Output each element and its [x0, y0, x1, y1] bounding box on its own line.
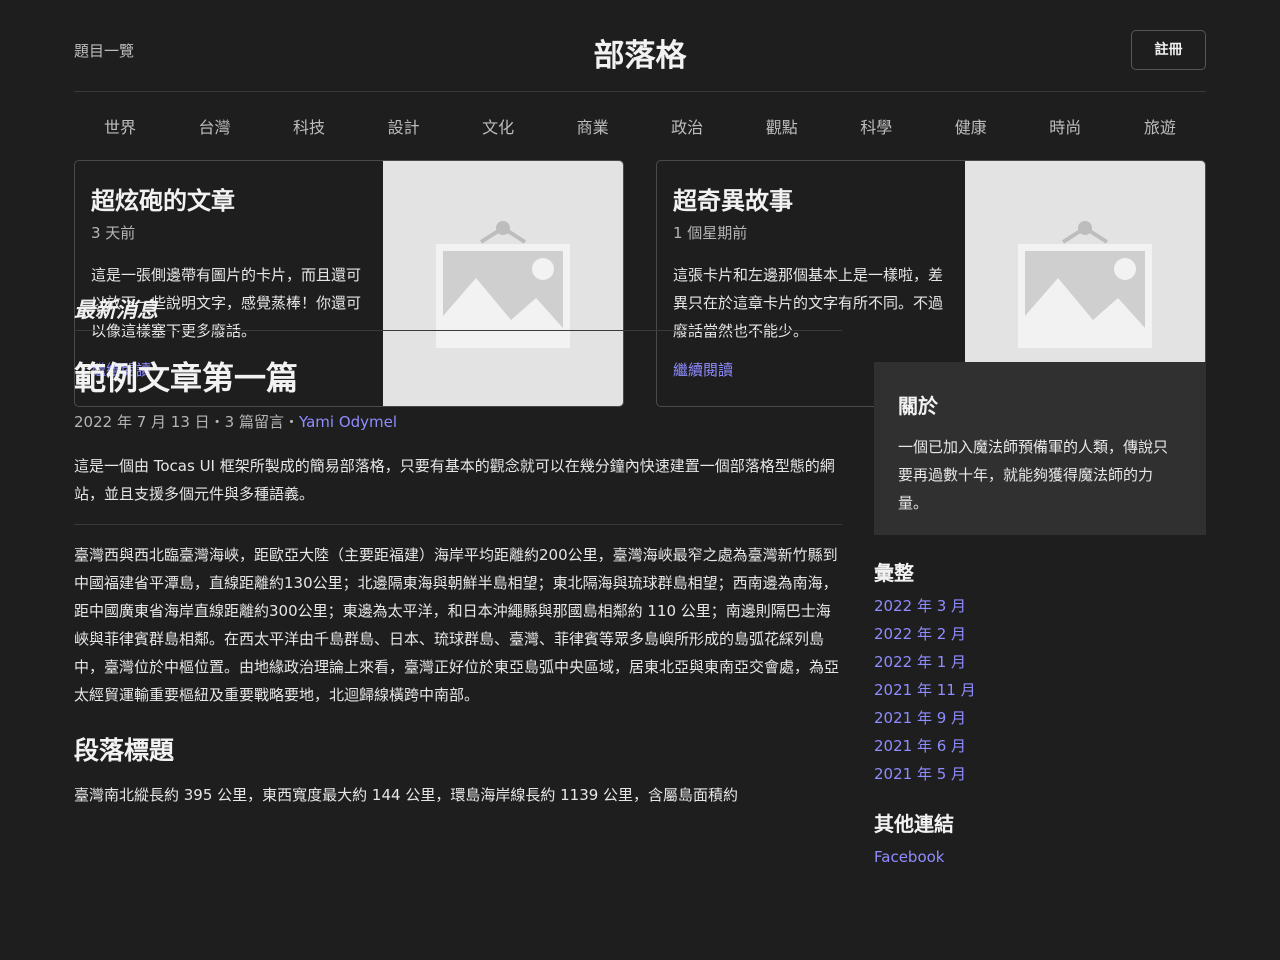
archive-list: 2022 年 3 月 2022 年 2 月 2022 年 1 月 2021 年 … [874, 592, 1206, 788]
nav-item-business[interactable]: 商業 [571, 114, 615, 138]
nav-item-fashion[interactable]: 時尚 [1043, 114, 1087, 138]
image-placeholder-icon [1018, 220, 1152, 348]
links-heading: 其他連結 [874, 812, 954, 836]
nav-item-politics[interactable]: 政治 [665, 114, 709, 138]
about-box: 關於 一個已加入魔法師預備軍的人類，傳說只要再過數十年，就能夠獲得魔法師的力量。 [874, 362, 1206, 535]
nav-item-health[interactable]: 健康 [949, 114, 993, 138]
facebook-link[interactable]: Facebook [874, 843, 1206, 871]
nav-item-opinion[interactable]: 觀點 [760, 114, 804, 138]
meta-separator: ・ [209, 413, 225, 431]
archive-link[interactable]: 2022 年 2 月 [874, 620, 1206, 648]
card-title: 超炫砲的文章 [91, 187, 235, 215]
about-text: 一個已加入魔法師預備軍的人類，傳說只要再過數十年，就能夠獲得魔法師的力量。 [898, 438, 1169, 512]
archive-heading: 彙整 [874, 561, 914, 585]
card-title: 超奇異故事 [673, 187, 793, 215]
nav-item-science[interactable]: 科學 [854, 114, 898, 138]
archive-link[interactable]: 2022 年 3 月 [874, 592, 1206, 620]
post-meta: 2022 年 7 月 13 日・3 篇留言・Yami Odymel [74, 411, 842, 432]
site-header: 題目一覽 部落格 註冊 [74, 0, 1206, 92]
section-label: 最新消息 [74, 294, 842, 331]
links-list: Facebook [874, 843, 1206, 871]
post-subheading: 段落標題 [74, 736, 175, 765]
nav-item-design[interactable]: 設計 [382, 114, 426, 138]
archive-link[interactable]: 2021 年 6 月 [874, 732, 1206, 760]
card-meta: 3 天前 [91, 224, 136, 242]
category-nav: 世界 台灣 科技 設計 文化 商業 政治 觀點 科學 健康 時尚 旅遊 [74, 92, 1206, 160]
post-comments: 3 篇留言 [224, 413, 284, 431]
post-paragraph: 臺灣西與西北臨臺灣海峽，距歐亞大陸（主要距福建）海岸平均距離約200公里，臺灣海… [74, 546, 840, 704]
nav-item-travel[interactable]: 旅遊 [1138, 114, 1182, 138]
register-button[interactable]: 註冊 [1131, 30, 1206, 70]
nav-item-culture[interactable]: 文化 [476, 114, 520, 138]
about-title: 關於 [898, 394, 938, 418]
post-date: 2022 年 7 月 13 日 [74, 413, 210, 431]
post-title: 範例文章第一篇 [74, 359, 299, 397]
sidebar: 關於 一個已加入魔法師預備軍的人類，傳說只要再過數十年，就能夠獲得魔法師的力量。… [874, 362, 1206, 871]
nav-item-taiwan[interactable]: 台灣 [193, 114, 237, 138]
post-intro: 這是一個由 Tocas UI 框架所製成的簡易部落格，只要有基本的觀念就可以在幾… [74, 452, 842, 525]
site-title: 部落格 [593, 38, 687, 74]
archive-link[interactable]: 2021 年 5 月 [874, 760, 1206, 788]
post-paragraph: 臺灣南北縱長約 395 公里，東西寬度最大約 144 公里，環島海岸線長約 11… [74, 786, 739, 804]
post-author-link[interactable]: Yami Odymel [299, 413, 397, 431]
archive-link[interactable]: 2021 年 11 月 [874, 676, 1206, 704]
archive-link[interactable]: 2021 年 9 月 [874, 704, 1206, 732]
card-meta: 1 個星期前 [673, 224, 748, 242]
nav-item-tech[interactable]: 科技 [287, 114, 331, 138]
archive-link[interactable]: 2022 年 1 月 [874, 648, 1206, 676]
meta-separator: ・ [283, 413, 299, 431]
main-content: 最新消息 範例文章第一篇 2022 年 7 月 13 日・3 篇留言・Yami … [74, 294, 842, 809]
nav-item-world[interactable]: 世界 [98, 114, 142, 138]
